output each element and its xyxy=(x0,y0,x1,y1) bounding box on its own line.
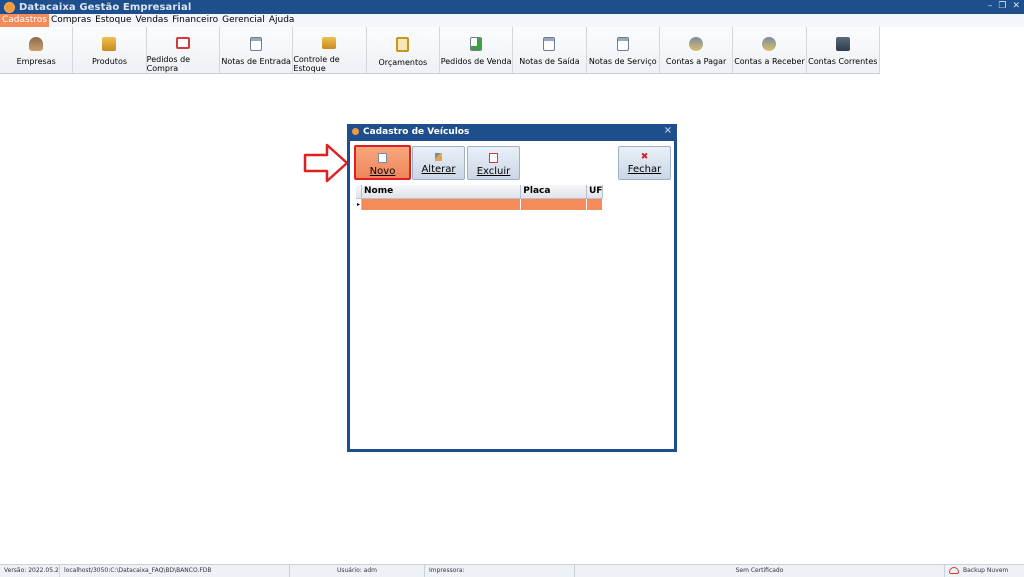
dialog-title-bar[interactable]: Cadastro de Veículos xyxy=(347,124,677,139)
toolbar-label: Contas a Pagar xyxy=(665,57,727,66)
excluir-button[interactable]: Excluir xyxy=(467,146,520,180)
toolbar-button-pedidos-venda[interactable]: Pedidos de Venda xyxy=(440,27,514,73)
cell-placa[interactable] xyxy=(521,199,588,210)
novo-button[interactable]: Novo xyxy=(354,145,411,180)
dialog-close-icon[interactable]: × xyxy=(664,125,672,136)
status-backup[interactable]: Backup Nuvem xyxy=(945,565,1024,577)
safe-icon xyxy=(835,37,850,51)
app-title: Datacaixa Gestão Empresarial xyxy=(19,1,192,13)
menu-bar: Cadastros Compras Estoque Vendas Finance… xyxy=(0,14,1024,27)
toolbar-label: Orçamentos xyxy=(378,58,428,67)
menu-estoque[interactable]: Estoque xyxy=(93,14,133,27)
column-nome[interactable]: Nome xyxy=(362,185,522,198)
cell-nome[interactable] xyxy=(361,199,522,210)
grid-header: Nome Placa UF xyxy=(356,185,603,199)
status-user: Usuário: adm xyxy=(290,565,425,577)
toolbar-label: Contas Correntes xyxy=(808,57,878,66)
clipboard-icon xyxy=(396,37,410,52)
menu-vendas[interactable]: Vendas xyxy=(134,14,171,27)
edit-icon xyxy=(435,153,442,161)
dialog-logo-icon xyxy=(352,128,359,135)
menu-compras[interactable]: Compras xyxy=(49,14,93,27)
toolbar-button-contas-receber[interactable]: Contas a Receber xyxy=(733,27,807,73)
restore-icon[interactable]: ❐ xyxy=(998,1,1006,11)
new-page-icon xyxy=(378,153,387,163)
column-placa[interactable]: Placa xyxy=(521,185,587,198)
main-toolbar: Empresas Produtos Pedidos de Compra Nota… xyxy=(0,27,880,74)
toolbar-label: Empresas xyxy=(16,57,56,66)
invoice-in-icon xyxy=(250,37,263,51)
menu-gerencial[interactable]: Gerencial xyxy=(220,14,267,27)
toolbar-button-empresas[interactable]: Empresas xyxy=(0,27,74,73)
pay-icon xyxy=(689,37,704,51)
toolbar-button-notas-saida[interactable]: Notas de Saída xyxy=(513,27,587,73)
toolbar-label: Notas de Serviço xyxy=(588,57,657,66)
toolbar-label: Notas de Entrada xyxy=(221,57,291,66)
order-doc-icon xyxy=(175,37,190,49)
alterar-button[interactable]: Alterar xyxy=(412,146,465,180)
toolbar-button-orcamentos[interactable]: Orçamentos xyxy=(367,27,440,73)
status-printer: Impressora: xyxy=(425,565,575,577)
toolbar-label: Contas a Receber xyxy=(734,57,805,66)
toolbar-button-produtos[interactable]: Produtos xyxy=(73,27,147,73)
sales-doc-icon xyxy=(470,37,483,51)
receive-icon xyxy=(762,37,777,51)
toolbar-button-contas-pagar[interactable]: Contas a Pagar xyxy=(660,27,734,73)
status-certificate: Sem Certificado xyxy=(575,565,945,577)
vehicles-grid[interactable]: Nome Placa UF ▸ xyxy=(356,185,603,210)
stock-icon xyxy=(322,37,337,49)
vehicle-register-dialog: Cadastro de Veículos × Novo Alterar Excl… xyxy=(347,124,677,452)
toolbar-label: Pedidos de Venda xyxy=(440,57,512,66)
menu-ajuda[interactable]: Ajuda xyxy=(267,14,297,27)
cloud-icon xyxy=(949,567,959,574)
minimize-icon[interactable]: – xyxy=(988,1,993,11)
toolbar-label: Notas de Saída xyxy=(519,57,580,66)
dialog-title: Cadastro de Veículos xyxy=(363,126,470,137)
toolbar-label: Controle de Estoque xyxy=(293,55,340,73)
status-database: localhost/3050:C:\Datacaixa_FAQ\BD\BANCO… xyxy=(60,565,290,577)
status-bar: Versão: 2022.05.23 localhost/3050:C:\Dat… xyxy=(0,564,1024,577)
toolbar-button-notas-servico[interactable]: Notas de Serviço xyxy=(587,27,660,73)
toolbar-label: Pedidos de Compra xyxy=(146,55,191,73)
close-red-icon: ✖ xyxy=(640,152,649,162)
toolbar-button-controle-estoque[interactable]: Controle de Estoque xyxy=(293,27,367,73)
menu-cadastros[interactable]: Cadastros xyxy=(0,14,49,27)
toolbar-button-contas-correntes[interactable]: Contas Correntes xyxy=(807,27,880,73)
fechar-button[interactable]: ✖ Fechar xyxy=(618,146,671,180)
toolbar-button-notas-entrada[interactable]: Notas de Entrada xyxy=(220,27,294,73)
toolbar-button-pedidos-compra[interactable]: Pedidos de Compra xyxy=(147,27,220,73)
dialog-body: Novo Alterar Excluir ✖ Fechar Nome Placa… xyxy=(350,141,674,449)
box-icon xyxy=(102,37,117,51)
dialog-toolbar: Novo Alterar Excluir ✖ Fechar xyxy=(350,141,674,186)
status-version: Versão: 2022.05.23 xyxy=(0,565,60,577)
delete-icon xyxy=(489,153,498,163)
window-controls: – ❐ ✕ xyxy=(988,1,1020,11)
menu-financeiro[interactable]: Financeiro xyxy=(170,14,220,27)
window-title-bar: Datacaixa Gestão Empresarial – ❐ ✕ xyxy=(0,0,1024,14)
column-uf[interactable]: UF xyxy=(587,185,603,198)
service-doc-icon xyxy=(616,37,629,51)
table-row[interactable]: ▸ xyxy=(356,199,603,210)
invoice-out-icon xyxy=(543,37,556,51)
people-icon xyxy=(29,37,44,51)
pointer-arrow-icon xyxy=(303,143,349,183)
toolbar-label: Produtos xyxy=(91,57,128,66)
app-logo-icon xyxy=(4,1,15,13)
cell-uf[interactable] xyxy=(587,199,603,210)
close-icon[interactable]: ✕ xyxy=(1012,1,1020,11)
